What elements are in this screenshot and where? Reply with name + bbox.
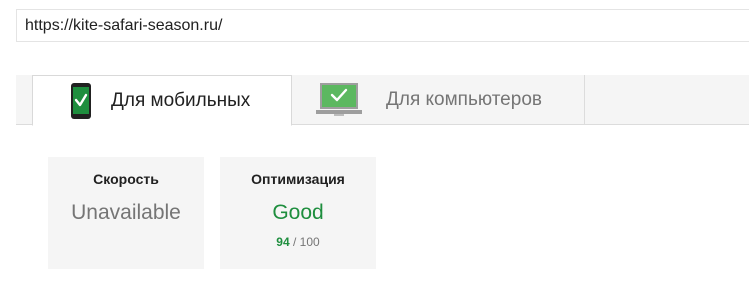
speed-card: Скорость Unavailable bbox=[48, 157, 204, 269]
tab-mobile[interactable]: Для мобильных bbox=[32, 75, 292, 126]
url-text: https://kite-safari-season.ru/ bbox=[25, 16, 223, 34]
optimization-card: Оптимизация Good 94 / 100 bbox=[220, 157, 376, 269]
optimization-value: Good bbox=[272, 201, 324, 224]
tab-desktop[interactable]: Для компьютеров bbox=[292, 75, 585, 125]
url-input[interactable]: https://kite-safari-season.ru/ bbox=[16, 9, 749, 42]
optimization-score: 94 / 100 bbox=[220, 235, 376, 249]
desktop-monitor-check-icon bbox=[316, 83, 362, 116]
speed-title: Скорость bbox=[93, 171, 159, 187]
optimization-title: Оптимизация bbox=[251, 171, 345, 187]
score-number: 94 bbox=[276, 235, 290, 249]
tab-mobile-label: Для мобильных bbox=[111, 89, 251, 111]
device-tabs: Для мобильных Для компьютеров bbox=[16, 75, 749, 126]
tab-desktop-label: Для компьютеров bbox=[386, 89, 542, 110]
mobile-phone-check-icon bbox=[71, 82, 91, 119]
speed-value: Unavailable bbox=[71, 201, 181, 224]
score-max: / 100 bbox=[293, 235, 320, 249]
